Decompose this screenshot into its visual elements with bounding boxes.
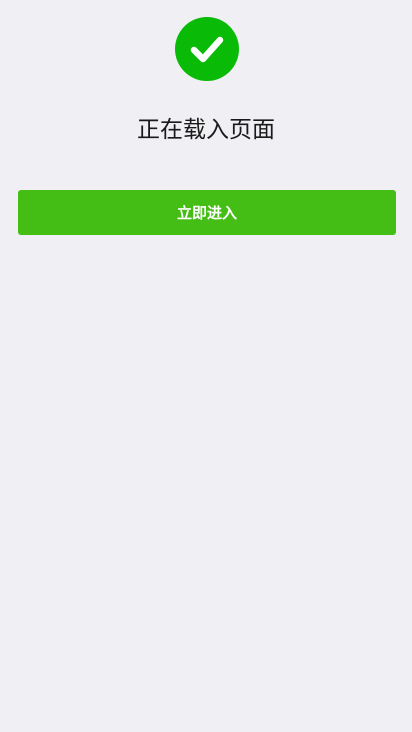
page-title: 正在载入页面 — [137, 117, 275, 143]
success-check-icon — [175, 17, 239, 81]
enter-now-button[interactable]: 立即进入 — [18, 190, 396, 235]
checkmark-icon — [190, 36, 224, 63]
